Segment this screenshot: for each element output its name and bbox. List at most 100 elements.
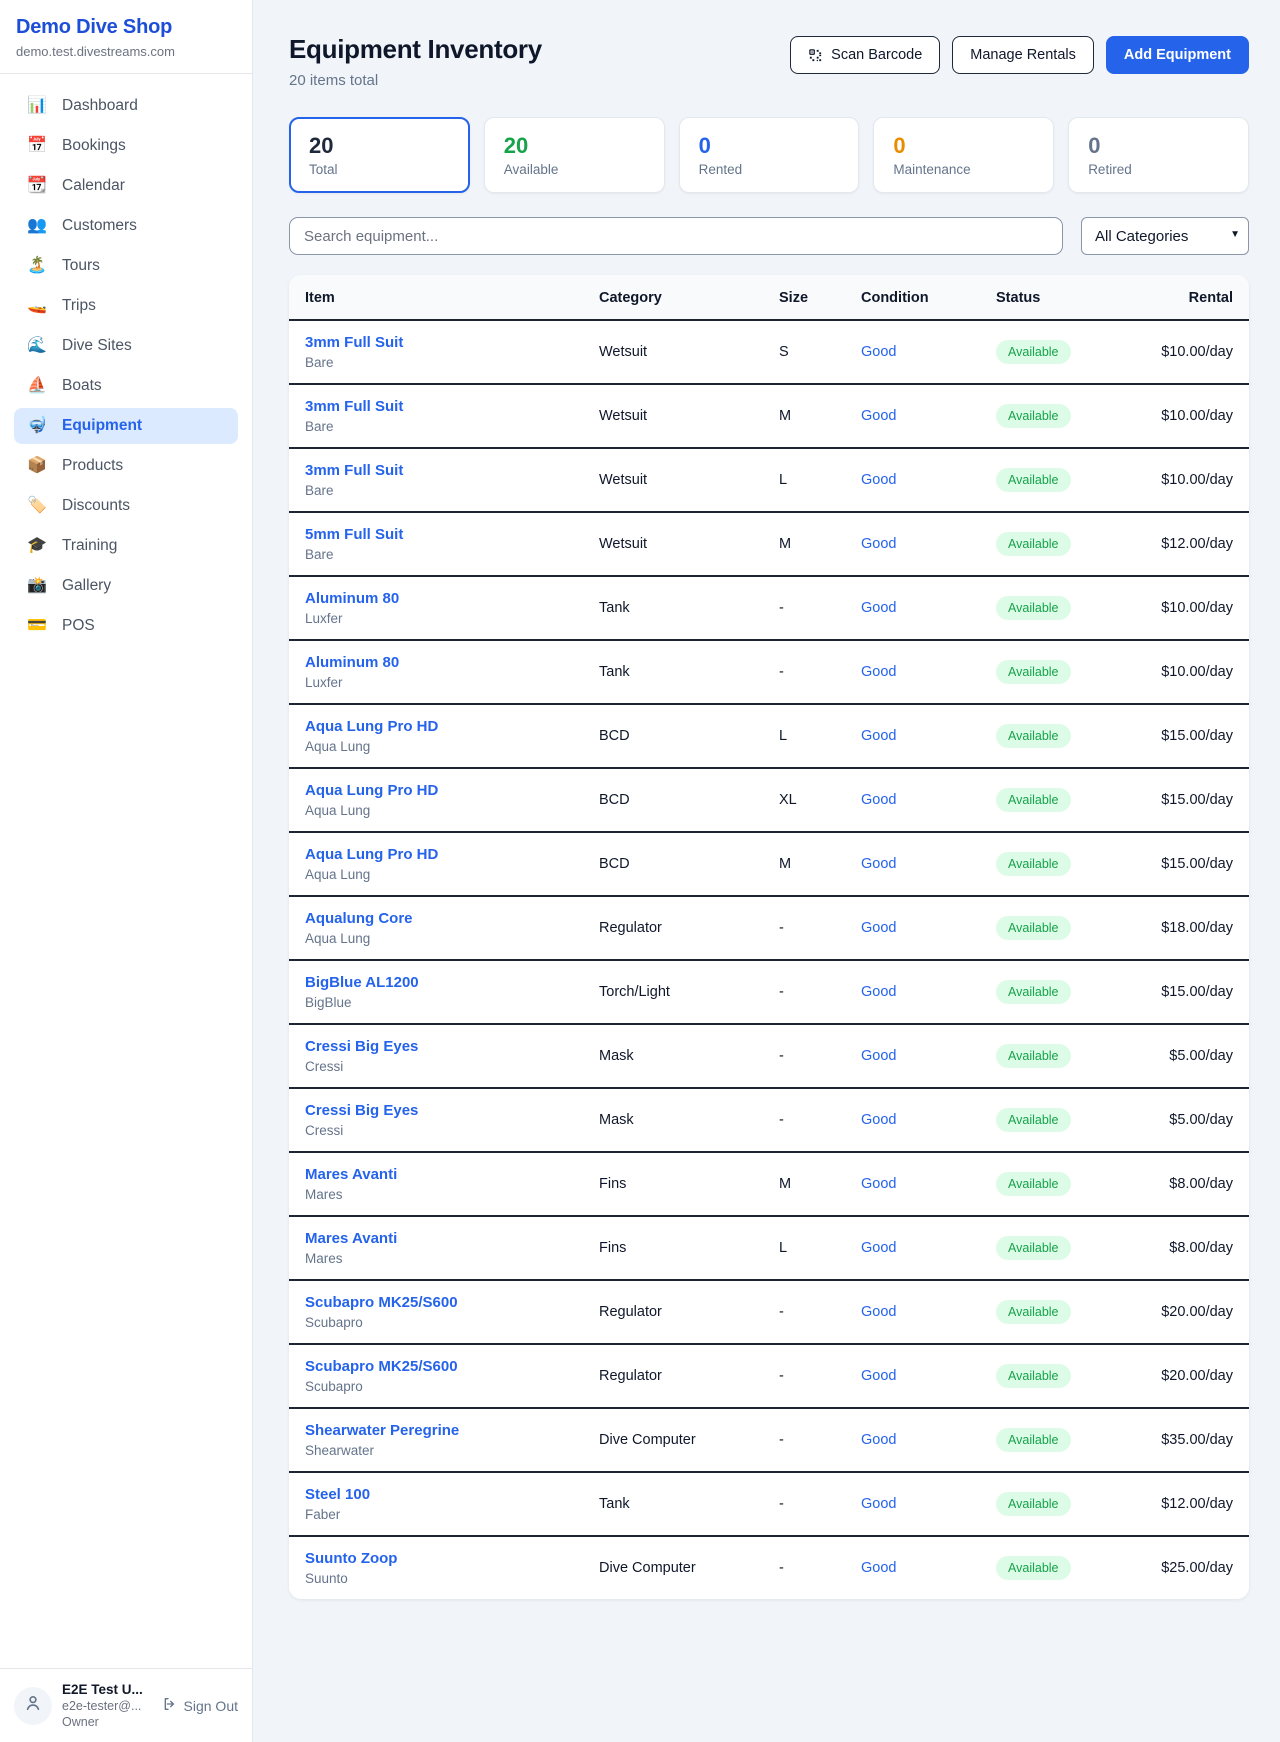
item-size: -	[779, 1344, 861, 1408]
manage-rentals-button[interactable]: Manage Rentals	[952, 36, 1094, 74]
condition-link[interactable]: Good	[861, 472, 896, 488]
item-name-link[interactable]: BigBlue AL1200	[305, 974, 599, 991]
status-badge: Available	[996, 1556, 1071, 1580]
nav-label: Customers	[62, 217, 137, 235]
sidebar-nav: 📊 Dashboard 📅 Bookings 📆 Calendar 👥 Cust…	[0, 74, 252, 658]
item-name-link[interactable]: 3mm Full Suit	[305, 462, 599, 479]
item-name-link[interactable]: Shearwater Peregrine	[305, 1422, 599, 1439]
sidebar-item-dashboard[interactable]: 📊 Dashboard	[14, 88, 238, 124]
item-name-link[interactable]: Aluminum 80	[305, 654, 599, 671]
item-name-link[interactable]: Steel 100	[305, 1486, 599, 1503]
item-name-link[interactable]: Mares Avanti	[305, 1166, 599, 1183]
table-row: Steel 100 Faber Tank - Good Available $1…	[289, 1472, 1249, 1536]
item-name-link[interactable]: Scubapro MK25/S600	[305, 1294, 599, 1311]
item-name-link[interactable]: Aqualung Core	[305, 910, 599, 927]
stat-card-retired[interactable]: 0 Retired	[1068, 117, 1249, 193]
sidebar-item-equipment[interactable]: 🤿 Equipment	[14, 408, 238, 444]
sidebar-item-products[interactable]: 📦 Products	[14, 448, 238, 484]
status-badge: Available	[996, 788, 1071, 812]
item-name-link[interactable]: 5mm Full Suit	[305, 526, 599, 543]
condition-link[interactable]: Good	[861, 1176, 896, 1192]
sidebar-item-gallery[interactable]: 📸 Gallery	[14, 568, 238, 604]
condition-link[interactable]: Good	[861, 792, 896, 808]
sidebar-item-trips[interactable]: 🚤 Trips	[14, 288, 238, 324]
category-select[interactable]: All Categories	[1081, 217, 1249, 255]
item-size: L	[779, 1216, 861, 1280]
item-name-link[interactable]: Cressi Big Eyes	[305, 1102, 599, 1119]
condition-link[interactable]: Good	[861, 1432, 896, 1448]
item-name-link[interactable]: Cressi Big Eyes	[305, 1038, 599, 1055]
nav-label: Calendar	[62, 177, 125, 195]
condition-link[interactable]: Good	[861, 600, 896, 616]
column-header-condition: Condition	[861, 275, 996, 320]
nav-icon: 🎓	[26, 538, 48, 554]
item-brand: Cressi	[305, 1059, 599, 1074]
item-name-link[interactable]: Scubapro MK25/S600	[305, 1358, 599, 1375]
scan-barcode-button[interactable]: Scan Barcode	[790, 36, 940, 74]
user-block: E2E Test U... e2e-tester@... Owner Sign …	[0, 1668, 252, 1742]
item-category: BCD	[599, 768, 779, 832]
condition-link[interactable]: Good	[861, 856, 896, 872]
item-name-link[interactable]: Aqua Lung Pro HD	[305, 718, 599, 735]
condition-link[interactable]: Good	[861, 1240, 896, 1256]
sidebar-item-customers[interactable]: 👥 Customers	[14, 208, 238, 244]
item-name-link[interactable]: Aqua Lung Pro HD	[305, 846, 599, 863]
nav-icon: 👥	[26, 218, 48, 234]
item-size: -	[779, 1408, 861, 1472]
sidebar-item-tours[interactable]: 🏝️ Tours	[14, 248, 238, 284]
add-equipment-button[interactable]: Add Equipment	[1106, 36, 1249, 74]
nav-icon: 🚤	[26, 298, 48, 314]
condition-link[interactable]: Good	[861, 984, 896, 1000]
status-badge: Available	[996, 404, 1071, 428]
equipment-table-card: Item Category Size Condition Status Rent…	[289, 275, 1249, 1599]
item-brand: Scubapro	[305, 1315, 599, 1330]
nav-icon: ⛵	[26, 378, 48, 394]
table-row: Mares Avanti Mares Fins M Good Available…	[289, 1152, 1249, 1216]
item-brand: Luxfer	[305, 611, 599, 626]
sidebar-item-training[interactable]: 🎓 Training	[14, 528, 238, 564]
status-badge: Available	[996, 660, 1071, 684]
sidebar-item-bookings[interactable]: 📅 Bookings	[14, 128, 238, 164]
nav-icon: 📆	[26, 178, 48, 194]
condition-link[interactable]: Good	[861, 536, 896, 552]
stat-card-rented[interactable]: 0 Rented	[679, 117, 860, 193]
item-brand: Bare	[305, 419, 599, 434]
sidebar-item-pos[interactable]: 💳 POS	[14, 608, 238, 644]
avatar	[14, 1687, 52, 1725]
item-name-link[interactable]: Suunto Zoop	[305, 1550, 599, 1567]
condition-link[interactable]: Good	[861, 1368, 896, 1384]
condition-link[interactable]: Good	[861, 1112, 896, 1128]
sign-out-label: Sign Out	[184, 1698, 238, 1714]
rental-price: $12.00/day	[1161, 1496, 1233, 1512]
item-name-link[interactable]: Mares Avanti	[305, 1230, 599, 1247]
item-brand: Aqua Lung	[305, 931, 599, 946]
stat-card-total[interactable]: 20 Total	[289, 117, 470, 193]
table-row: Aqualung Core Aqua Lung Regulator - Good…	[289, 896, 1249, 960]
sidebar-item-calendar[interactable]: 📆 Calendar	[14, 168, 238, 204]
condition-link[interactable]: Good	[861, 1048, 896, 1064]
status-badge: Available	[996, 980, 1071, 1004]
search-input[interactable]	[289, 217, 1063, 255]
condition-link[interactable]: Good	[861, 408, 896, 424]
sidebar-item-discounts[interactable]: 🏷️ Discounts	[14, 488, 238, 524]
item-name-link[interactable]: 3mm Full Suit	[305, 334, 599, 351]
condition-link[interactable]: Good	[861, 1560, 896, 1576]
item-category: Regulator	[599, 1280, 779, 1344]
condition-link[interactable]: Good	[861, 1304, 896, 1320]
sidebar-item-dive-sites[interactable]: 🌊 Dive Sites	[14, 328, 238, 364]
sign-out-button[interactable]: Sign Out	[162, 1696, 238, 1715]
stat-card-maintenance[interactable]: 0 Maintenance	[873, 117, 1054, 193]
condition-link[interactable]: Good	[861, 920, 896, 936]
item-name-link[interactable]: Aqua Lung Pro HD	[305, 782, 599, 799]
condition-link[interactable]: Good	[861, 728, 896, 744]
condition-link[interactable]: Good	[861, 664, 896, 680]
table-row: Aqua Lung Pro HD Aqua Lung BCD XL Good A…	[289, 768, 1249, 832]
item-name-link[interactable]: Aluminum 80	[305, 590, 599, 607]
condition-link[interactable]: Good	[861, 344, 896, 360]
stat-card-available[interactable]: 20 Available	[484, 117, 665, 193]
item-brand: Scubapro	[305, 1379, 599, 1394]
item-name-link[interactable]: 3mm Full Suit	[305, 398, 599, 415]
condition-link[interactable]: Good	[861, 1496, 896, 1512]
nav-icon: 📅	[26, 138, 48, 154]
sidebar-item-boats[interactable]: ⛵ Boats	[14, 368, 238, 404]
